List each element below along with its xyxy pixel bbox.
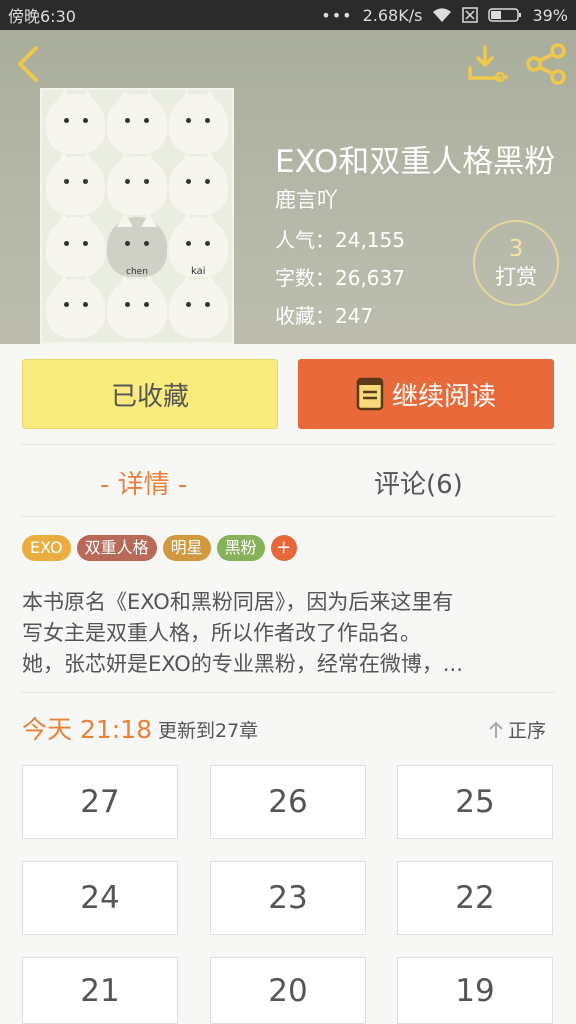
chapter-button[interactable]: 23 [210,861,366,935]
popularity-stat: 人气：24,155 [275,228,405,252]
more-dots-icon: ••• [321,5,353,25]
download-button[interactable] [466,44,510,84]
chapter-button[interactable]: 24 [22,861,178,935]
add-tag-button[interactable]: + [270,535,297,561]
chapter-button[interactable]: 19 [397,957,553,1024]
status-icons: ••• 2.68K/s 39% [321,6,568,25]
wifi-icon [432,7,452,23]
cover-cat [46,151,106,215]
network-speed: 2.68K/s [362,5,423,25]
book-cover[interactable]: chen kai [40,88,234,344]
book-author[interactable]: 鹿言吖 [275,184,338,214]
favorited-button[interactable]: 已收藏 [22,359,278,429]
cover-cat [107,90,167,154]
chapter-button[interactable]: 26 [210,765,366,839]
chapter-button[interactable]: 27 [22,765,178,839]
update-text: 更新到27章 [158,720,259,742]
share-button[interactable] [524,42,570,86]
cover-cat [168,274,228,338]
update-time: 今天 21:18 [22,715,152,744]
continue-reading-label: 继续阅读 [391,381,496,412]
share-icon [526,43,566,85]
cover-cat: chen [107,213,167,277]
sort-order-label: 正序 [508,720,547,742]
chapter-button[interactable]: 20 [210,957,366,1024]
sort-order-button[interactable]: 正序 [488,716,546,743]
description-line: 她，张芯妍是EXO的专业黑粉，经常在微博，... [22,652,463,676]
cover-cat: kai [168,213,228,277]
cover-cat [168,90,228,154]
chevron-left-icon [18,46,38,82]
status-time: 傍晚6:30 [8,7,76,26]
tag-star[interactable]: 明星 [162,535,211,561]
status-bar: 傍晚6:30 ••• 2.68K/s 39% [0,0,576,30]
chapter-button[interactable]: 21 [22,957,178,1024]
favorites-stat: 收藏：247 [275,304,374,328]
book-header: chen kai EXO和双重人格黑粉 鹿言吖 人气：24,155 字数：26,… [0,30,576,344]
book-icon [356,377,384,411]
word-count-stat: 字数：26,637 [275,266,405,290]
tip-count: 3 [508,236,524,262]
battery-icon [488,7,522,23]
tag-dual-personality[interactable]: 双重人格 [76,535,157,561]
cover-cat [46,274,106,338]
tag-exo[interactable]: EXO [22,535,71,561]
sim-off-icon [462,7,479,23]
arrow-up-icon [489,721,503,738]
battery-level: 39% [532,5,568,25]
cover-cat [107,151,167,215]
cover-cat [168,151,228,215]
download-icon [468,45,508,83]
chapter-button[interactable]: 25 [397,765,553,839]
favorited-label: 已收藏 [110,381,189,412]
divider [22,444,554,445]
tip-button[interactable]: 3 打赏 [473,220,559,306]
cover-cat [107,274,167,338]
tab-detail[interactable]: - 详情 - [100,464,187,501]
tab-comments[interactable]: 评论(6) [374,464,463,501]
cover-cat [46,90,106,154]
description-line: 写女主是双重人格，所以作者改了作品名。 [22,621,421,645]
tag-list: EXO 双重人格 明星 黑粉 + [22,535,297,561]
book-description[interactable]: 本书原名《EXO和黑粉同居》，因为后来这里有 写女主是双重人格，所以作者改了作品… [22,587,554,680]
continue-reading-button[interactable]: 继续阅读 [298,359,554,429]
description-line: 本书原名《EXO和黑粉同居》，因为后来这里有 [22,590,454,614]
book-title: EXO和双重人格黑粉 [275,144,556,180]
chapter-button[interactable]: 22 [397,861,553,935]
cover-cat [46,213,106,277]
tag-anti-fan[interactable]: 黑粉 [216,535,265,561]
divider [22,692,554,693]
divider [22,516,554,517]
back-button[interactable] [12,44,48,84]
tip-label: 打赏 [495,265,537,289]
